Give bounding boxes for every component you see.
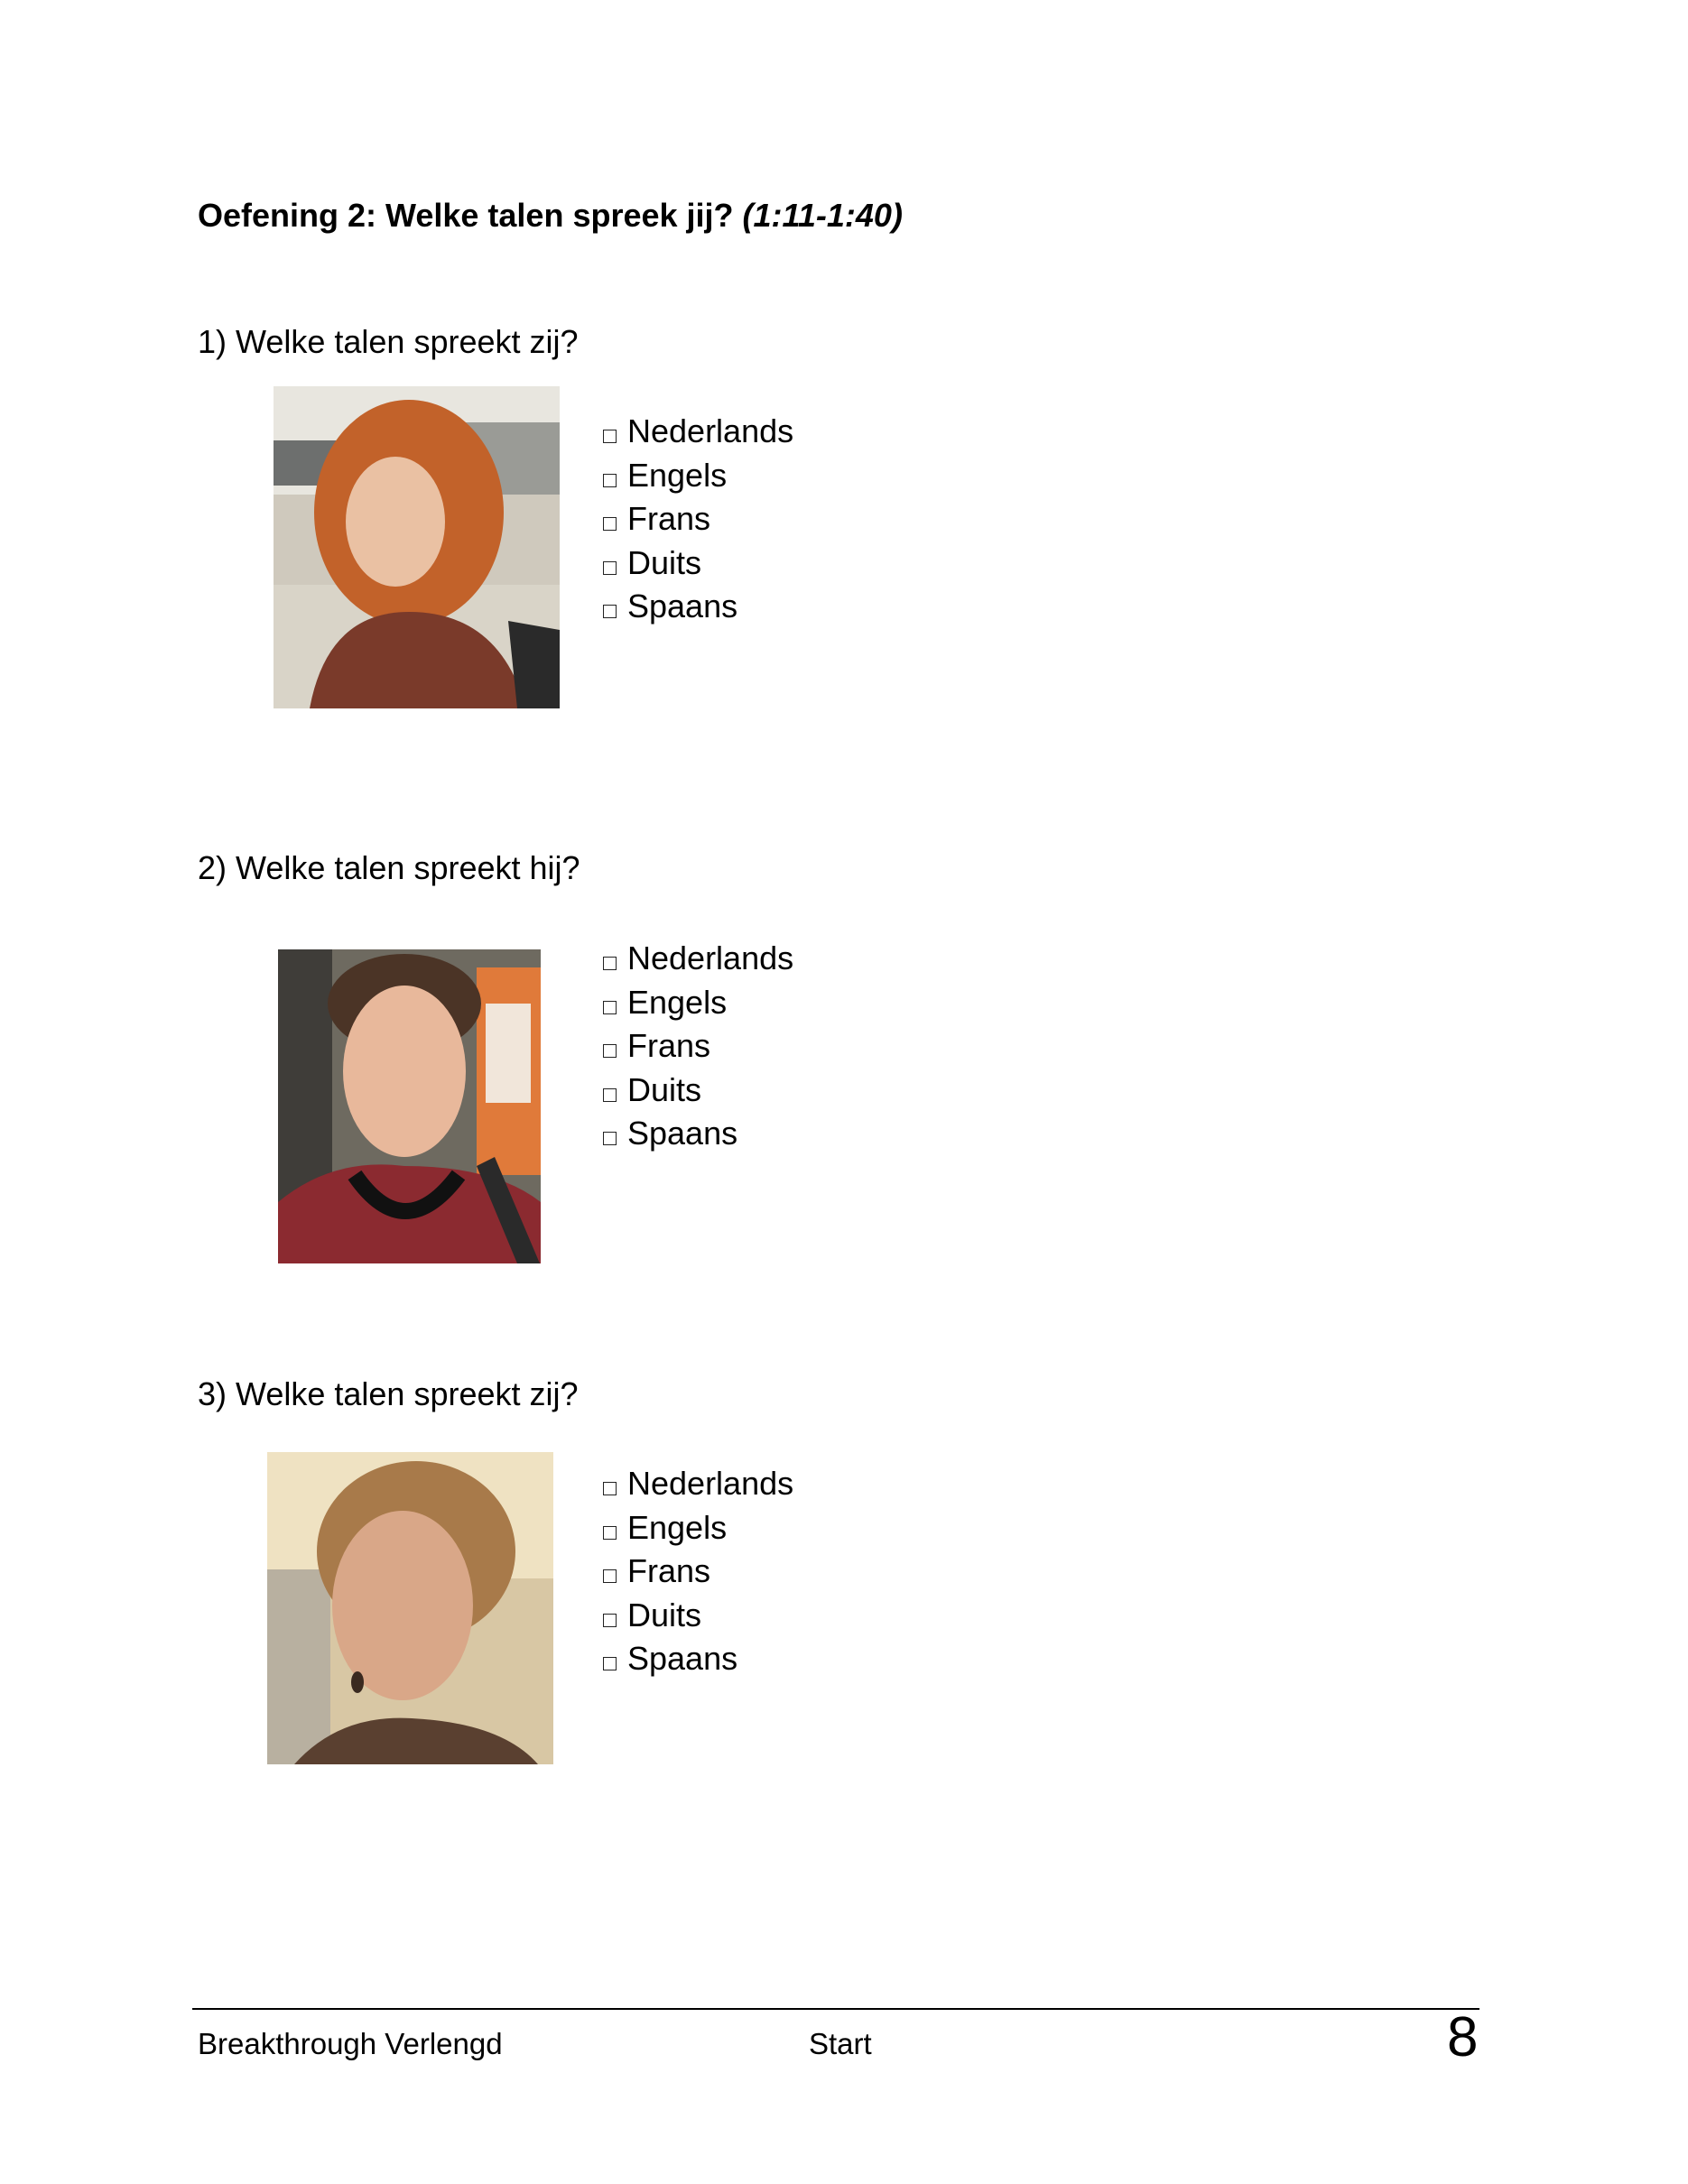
- option-frans: Frans: [603, 1024, 793, 1069]
- option-spaans: Spaans: [603, 1112, 793, 1156]
- option-engels: Engels: [603, 981, 793, 1025]
- option-label: Engels: [627, 983, 728, 1021]
- checkbox[interactable]: [603, 1525, 617, 1540]
- question-3-text: 3) Welke talen spreekt zij?: [198, 1375, 579, 1412]
- option-label: Duits: [627, 1070, 702, 1108]
- checkbox[interactable]: [603, 1044, 617, 1058]
- option-label: Duits: [627, 543, 702, 581]
- video-timecode: (1:11-1:40): [742, 197, 903, 234]
- checkbox[interactable]: [603, 1132, 617, 1145]
- checkbox[interactable]: [603, 1087, 617, 1102]
- option-duits: Duits: [603, 541, 793, 586]
- checkbox[interactable]: [603, 473, 617, 487]
- question-2-options: Nederlands Engels Frans Duits Spaans: [603, 937, 793, 1156]
- option-label: Duits: [627, 1596, 702, 1633]
- question-2-text: 2) Welke talen spreekt hij?: [198, 849, 580, 886]
- option-nederlands: Nederlands: [603, 937, 793, 981]
- question-1-options: Nederlands Engels Frans Duits Spaans: [603, 410, 793, 629]
- option-frans: Frans: [603, 1550, 793, 1594]
- checkbox[interactable]: [603, 430, 617, 443]
- checkbox[interactable]: [603, 1613, 617, 1627]
- option-spaans: Spaans: [603, 1637, 793, 1681]
- exercise-title-text: Oefening 2: Welke talen spreek jij?: [198, 197, 734, 234]
- checkbox[interactable]: [603, 1482, 617, 1495]
- woman-red-curly-hair-photo: [274, 386, 560, 708]
- exercise-title: Oefening 2: Welke talen spreek jij? (1:1…: [198, 197, 903, 235]
- option-label: Engels: [627, 456, 728, 494]
- option-engels: Engels: [603, 1506, 793, 1550]
- question-1-text: 1) Welke talen spreekt zij?: [198, 323, 579, 360]
- option-engels: Engels: [603, 454, 793, 498]
- option-label: Frans: [627, 500, 711, 537]
- checkbox[interactable]: [603, 1569, 617, 1583]
- option-label: Frans: [627, 1552, 711, 1589]
- option-frans: Frans: [603, 497, 793, 541]
- footer-course-name: Breakthrough Verlengd: [198, 2027, 503, 2060]
- option-duits: Duits: [603, 1594, 793, 1638]
- checkbox[interactable]: [603, 605, 617, 618]
- checkbox[interactable]: [603, 517, 617, 531]
- checkbox[interactable]: [603, 957, 617, 970]
- checkbox[interactable]: [603, 1657, 617, 1670]
- checkbox[interactable]: [603, 560, 617, 575]
- option-label: Frans: [627, 1027, 711, 1064]
- young-man-headphones-photo: [278, 949, 541, 1263]
- question-3-options: Nederlands Engels Frans Duits Spaans: [603, 1462, 793, 1681]
- footer-divider: [192, 2008, 1479, 2010]
- option-duits: Duits: [603, 1069, 793, 1113]
- option-label: Spaans: [627, 1640, 738, 1677]
- woman-short-hair-photo: [267, 1452, 553, 1764]
- page-number: 8: [1447, 2006, 1479, 2068]
- option-label: Spaans: [627, 588, 738, 625]
- option-nederlands: Nederlands: [603, 1462, 793, 1506]
- checkbox[interactable]: [603, 1000, 617, 1014]
- option-label: Spaans: [627, 1115, 738, 1152]
- footer-section: Start: [809, 2027, 872, 2060]
- option-label: Nederlands: [627, 1465, 794, 1502]
- option-label: Nederlands: [627, 412, 794, 449]
- option-label: Engels: [627, 1508, 728, 1546]
- option-spaans: Spaans: [603, 585, 793, 629]
- option-label: Nederlands: [627, 939, 794, 976]
- option-nederlands: Nederlands: [603, 410, 793, 454]
